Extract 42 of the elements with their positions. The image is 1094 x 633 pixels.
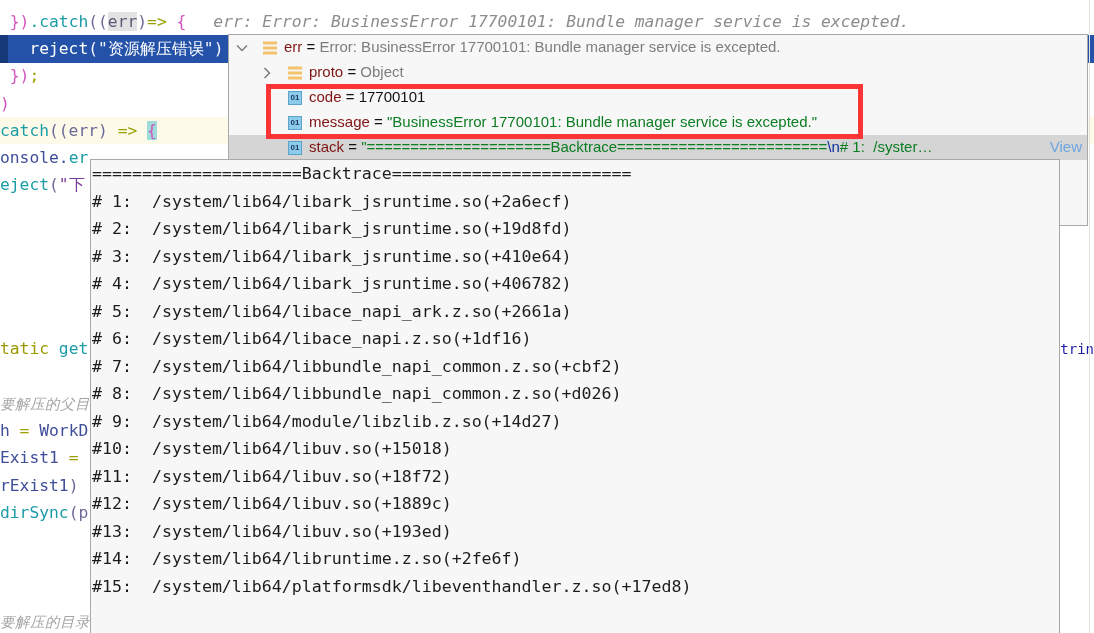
code-text: dirSync(p [0,503,89,523]
inline-value-hint: err: Error: BusinessError 17700101: Bundle manager service is excepted. [213,11,910,32]
variable-entry: message = "BusinessError 17700101: Bundle manager service is excepted." [309,112,818,133]
type-tag: 01 [288,90,302,105]
variable-entry: proto = Object [309,62,404,83]
backtrace-line: =====================Backtrace======================== [91,163,632,185]
backtrace-line: # 9: /system/lib64/module/libzlib.z.so(+14d27) [91,410,562,433]
variable-entry: stack = "=====================Backtrace========================\n# 1: /syster… [309,137,933,158]
stacked-bars-icon [288,65,302,80]
code-text: rExist1) [0,475,79,496]
backtrace-line: # 5: /system/lib64/libace_napi_ark.z.so(+2661a) [91,300,572,323]
code-text: 要解压的目录 [0,613,90,633]
backtrace-line: #12: /system/lib64/libuv.so(+1889c) [91,493,452,515]
stacked-bars-icon [263,40,277,55]
backtrace-line: # 6: /system/lib64/libace_napi.z.so(+1df16) [91,328,532,350]
backtrace-line: #10: /system/lib64/libuv.so(+15018) [91,438,452,460]
code-text: }); [8,66,40,87]
backtrace-line: # 2: /system/lib64/libark_jsruntime.so(+19d8fd) [91,218,572,240]
backtrace-line: #13: /system/lib64/libuv.so(+193ed) [91,520,452,543]
code-text: catch((err) => { [0,120,157,141]
code-text: onsole.er [0,148,89,169]
code-text: reject("资源解压错误") [28,38,224,59]
code-text: Exist1 = [0,448,79,469]
backtrace-line: #14: /system/lib64/libruntime.z.so(+2fe6f) [91,548,522,570]
code-text: tatic get [0,339,89,360]
code-text: trin [1060,340,1094,360]
backtrace-line: # 1: /system/lib64/libark_jsruntime.so(+2a6ecf) [91,190,572,213]
backtrace-line: # 3: /system/lib64/libark_jsruntime.so(+410e64) [91,245,572,268]
variable-entry: code = 17700101 [309,87,426,108]
code-text: }).catch((err)=> { [8,11,187,32]
backtrace-line: # 4: /system/lib64/libark_jsruntime.so(+406782) [91,273,572,295]
code-text: 要解压的父目 [0,394,90,414]
backtrace-line: # 8: /system/lib64/libbundle_napi_common.z.so(+d026) [91,383,622,405]
variable-entry: err = Error: BusinessError 17700101: Bundle manager service is excepted. [284,37,781,58]
backtrace-line: #11: /system/lib64/libuv.so(+18f72) [91,465,452,488]
type-tag: 01 [288,115,302,130]
code-text: h = WorkD [0,421,89,442]
backtrace-line: #15: /system/lib64/platformsdk/libeventhandler.z.so(+17ed8) [91,575,692,598]
code-text: eject("下 [0,175,85,196]
type-tag: 01 [288,140,302,155]
backtrace-line: # 7: /system/lib64/libbundle_napi_common.z.so(+cbf2) [91,355,622,378]
code-text: ) [0,93,10,114]
